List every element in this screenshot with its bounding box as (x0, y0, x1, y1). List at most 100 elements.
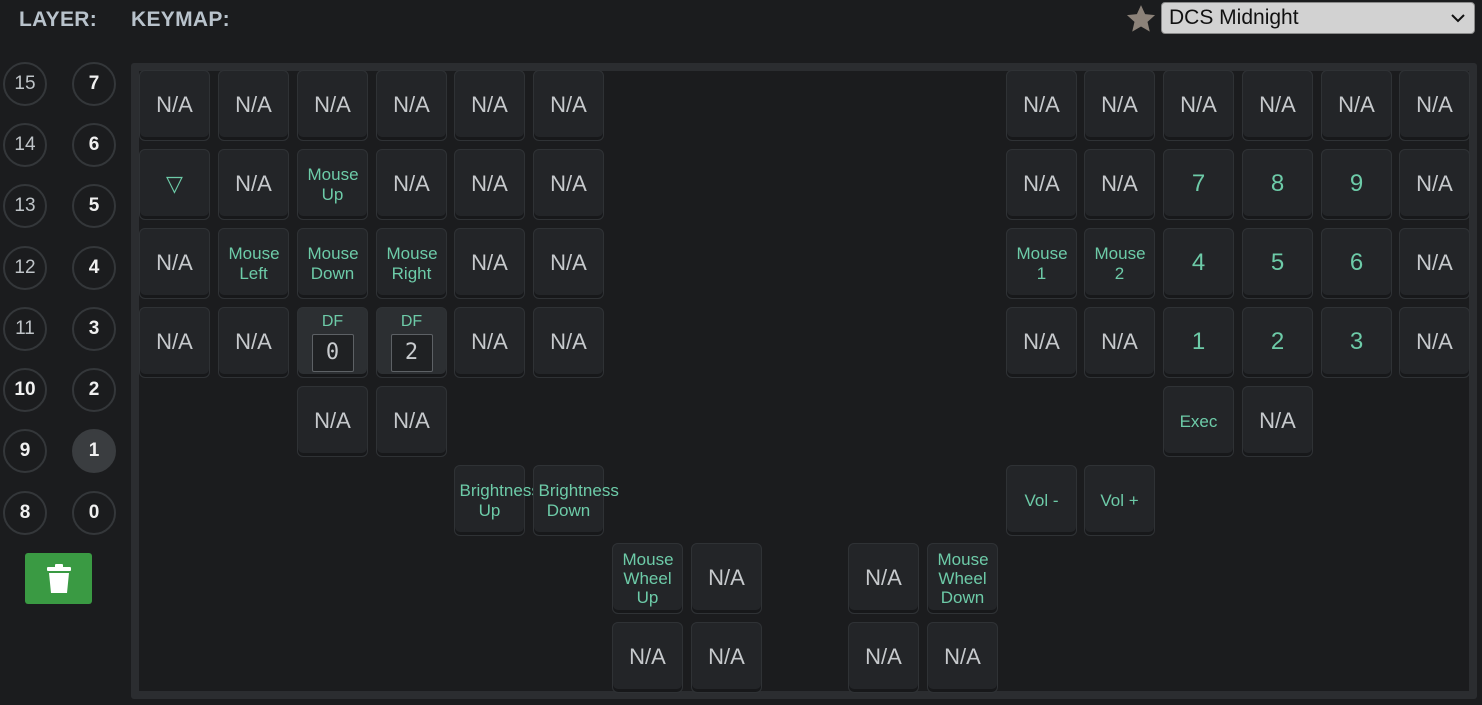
key-right-r1c3[interactable]: N/A (1163, 70, 1234, 141)
triangle-down-icon: ▽ (166, 171, 183, 197)
star-icon[interactable] (1124, 2, 1158, 36)
layer-number-field[interactable]: 2 (390, 333, 433, 372)
key-right-thumb-r2c2[interactable]: N/A (927, 622, 998, 693)
key-numpad-1[interactable]: 1 (1163, 307, 1234, 378)
key-label: 8 (1270, 170, 1285, 198)
key-brightness-down[interactable]: Brightness Down (533, 465, 619, 536)
key-label: DF (321, 313, 344, 330)
layer-button-15[interactable]: 15 (3, 62, 47, 106)
key-left-r1c2[interactable]: N/A (218, 70, 289, 141)
layer-button-13[interactable]: 13 (3, 184, 47, 228)
key-left-thumb-r2c2[interactable]: N/A (691, 622, 762, 693)
key-label: N/A (550, 171, 587, 197)
delete-keymap-button[interactable] (25, 553, 92, 604)
key-numpad-2[interactable]: 2 (1242, 307, 1313, 378)
key-right-thumb-r2c1[interactable]: N/A (848, 622, 919, 693)
key-right-r4c1[interactable]: N/A (1006, 307, 1077, 378)
key-right-r1c5[interactable]: N/A (1321, 70, 1392, 141)
key-right-r2c6[interactable]: N/A (1399, 149, 1470, 220)
key-mouse-down[interactable]: Mouse Down (297, 228, 368, 299)
key-label: N/A (1023, 171, 1060, 197)
key-left-r1c5[interactable]: N/A (454, 70, 525, 141)
key-right-thumb-r1c1[interactable]: N/A (848, 543, 919, 614)
key-right-r4c6[interactable]: N/A (1399, 307, 1470, 378)
key-label: N/A (1416, 329, 1453, 355)
key-label: N/A (471, 171, 508, 197)
layer-button-3[interactable]: 3 (72, 307, 116, 351)
key-left-r2c6[interactable]: N/A (533, 149, 604, 220)
layer-button-7[interactable]: 7 (72, 62, 116, 106)
key-numpad-8[interactable]: 8 (1242, 149, 1313, 220)
key-label: N/A (393, 408, 430, 434)
key-right-r1c2[interactable]: N/A (1084, 70, 1155, 141)
key-left-r2c4[interactable]: N/A (376, 149, 447, 220)
key-right-r1c4[interactable]: N/A (1242, 70, 1313, 141)
key-label: N/A (1101, 171, 1138, 197)
key-left-r4c1[interactable]: N/A (139, 307, 210, 378)
layer-button-1-selected[interactable]: 1 (72, 429, 116, 473)
key-label: 6 (1349, 249, 1364, 277)
key-left-r3c5[interactable]: N/A (454, 228, 525, 299)
key-left-r2c2[interactable]: N/A (218, 149, 289, 220)
key-volume-down[interactable]: Vol - (1006, 465, 1077, 536)
key-numpad-4[interactable]: 4 (1163, 228, 1234, 299)
key-mouse-2[interactable]: Mouse 2 (1084, 228, 1155, 299)
layer-button-9[interactable]: 9 (3, 429, 47, 473)
layer-button-8[interactable]: 8 (3, 491, 47, 535)
key-volume-up[interactable]: Vol + (1084, 465, 1155, 536)
layer-button-12[interactable]: 12 (3, 246, 47, 290)
key-right-r3c6[interactable]: N/A (1399, 228, 1470, 299)
key-mouse-wheel-down[interactable]: Mouse Wheel Down (927, 543, 998, 614)
key-mouse-up[interactable]: Mouse Up (297, 149, 368, 220)
layer-number-field[interactable]: 0 (311, 333, 354, 372)
key-left-thumb-r2c1[interactable]: N/A (612, 622, 683, 693)
key-left-r4c2[interactable]: N/A (218, 307, 289, 378)
key-default-layer-2[interactable]: DF 2 (376, 307, 447, 378)
layer-button-11[interactable]: 11 (3, 307, 47, 351)
layer-button-2[interactable]: 2 (72, 368, 116, 412)
key-left-r2c5[interactable]: N/A (454, 149, 525, 220)
key-exec[interactable]: Exec (1163, 386, 1234, 457)
key-brightness-up[interactable]: Brightness Up (454, 465, 540, 536)
layer-button-6[interactable]: 6 (72, 123, 116, 167)
key-numpad-9[interactable]: 9 (1321, 149, 1392, 220)
layer-button-14[interactable]: 14 (3, 123, 47, 167)
key-left-r5c2[interactable]: N/A (376, 386, 447, 457)
key-label: N/A (1259, 92, 1296, 118)
key-left-r3c6[interactable]: N/A (533, 228, 604, 299)
keymap-heading: KEYMAP: (131, 8, 230, 31)
layer-button-4[interactable]: 4 (72, 246, 116, 290)
key-right-r2c2[interactable]: N/A (1084, 149, 1155, 220)
key-label: N/A (471, 92, 508, 118)
key-numpad-7[interactable]: 7 (1163, 149, 1234, 220)
key-numpad-6[interactable]: 6 (1321, 228, 1392, 299)
key-left-r1c3[interactable]: N/A (297, 70, 368, 141)
key-left-r3c1[interactable]: N/A (139, 228, 210, 299)
layer-button-10[interactable]: 10 (3, 368, 47, 412)
key-default-layer-0[interactable]: DF 0 (297, 307, 368, 378)
key-right-r5c2[interactable]: N/A (1242, 386, 1313, 457)
key-mouse-1[interactable]: Mouse 1 (1006, 228, 1077, 299)
key-layer-transparent[interactable]: ▽ (139, 149, 210, 220)
key-right-r4c2[interactable]: N/A (1084, 307, 1155, 378)
key-label: N/A (393, 92, 430, 118)
key-left-r4c5[interactable]: N/A (454, 307, 525, 378)
key-left-thumb-r1c2[interactable]: N/A (691, 543, 762, 614)
key-left-r5c1[interactable]: N/A (297, 386, 368, 457)
key-left-r4c6[interactable]: N/A (533, 307, 604, 378)
key-mouse-wheel-up[interactable]: Mouse Wheel Up (612, 543, 683, 614)
layer-button-0[interactable]: 0 (72, 491, 116, 535)
key-mouse-left[interactable]: Mouse Left (218, 228, 289, 299)
key-left-r1c4[interactable]: N/A (376, 70, 447, 141)
key-label: N/A (393, 171, 430, 197)
layer-button-5[interactable]: 5 (72, 184, 116, 228)
key-right-r1c1[interactable]: N/A (1006, 70, 1077, 141)
key-numpad-5[interactable]: 5 (1242, 228, 1313, 299)
key-mouse-right[interactable]: Mouse Right (376, 228, 447, 299)
key-right-r1c6[interactable]: N/A (1399, 70, 1470, 141)
key-left-r1c1[interactable]: N/A (139, 70, 210, 141)
keymap-select[interactable]: DCS Midnight (1161, 2, 1475, 34)
key-left-r1c6[interactable]: N/A (533, 70, 604, 141)
key-right-r2c1[interactable]: N/A (1006, 149, 1077, 220)
key-numpad-3[interactable]: 3 (1321, 307, 1392, 378)
